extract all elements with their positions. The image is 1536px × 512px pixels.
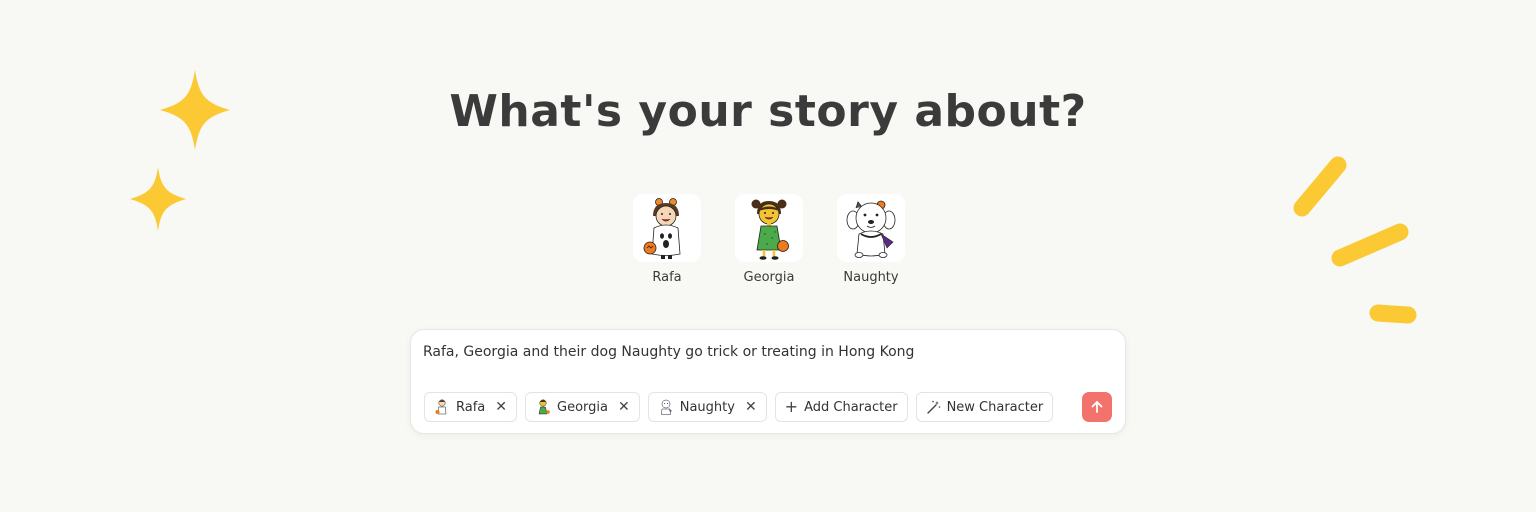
character-card-rafa[interactable]: Rafa — [632, 194, 702, 285]
chip-naughty[interactable]: Naughty ✕ — [647, 392, 767, 422]
add-character-label: Add Character — [804, 399, 898, 415]
chip-georgia[interactable]: Georgia ✕ — [525, 392, 640, 422]
chip-label: Georgia — [557, 399, 608, 415]
close-icon[interactable]: ✕ — [745, 400, 757, 414]
chip-label: Naughty — [679, 399, 735, 415]
character-card-naughty[interactable]: Naughty — [836, 194, 906, 285]
naughty-white-dog-avatar-icon — [846, 200, 896, 258]
selected-character-chips: Rafa ✕ Georgia ✕ Naughty ✕ + Add Charact… — [424, 392, 1054, 422]
character-card-georgia[interactable]: Georgia — [734, 194, 804, 285]
georgia-mini-icon — [538, 399, 550, 415]
close-icon[interactable]: ✕ — [495, 400, 507, 414]
spark-stroke-icon — [1293, 156, 1347, 217]
story-prompt-input[interactable] — [423, 344, 1113, 360]
add-character-button[interactable]: + Add Character — [774, 392, 908, 422]
character-name: Georgia — [743, 270, 795, 285]
small-star-icon — [130, 167, 186, 231]
spark-stroke-icon — [1331, 223, 1409, 267]
rafa-mini-icon — [435, 399, 447, 415]
close-icon[interactable]: ✕ — [618, 400, 630, 414]
story-start-page: What's your story about? Rafa Georgia Na… — [0, 0, 1536, 512]
page-title: What's your story about? — [449, 86, 1087, 137]
new-character-button[interactable]: New Character — [915, 392, 1054, 422]
arrow-up-icon — [1091, 401, 1103, 413]
character-name: Naughty — [843, 270, 899, 285]
chip-rafa[interactable]: Rafa ✕ — [424, 392, 517, 422]
magic-wand-icon — [926, 400, 940, 414]
plus-icon: + — [784, 397, 799, 416]
character-name: Rafa — [652, 270, 682, 285]
spark-stroke-icon — [1369, 304, 1417, 324]
send-button[interactable] — [1082, 392, 1112, 422]
naughty-mini-icon — [660, 399, 672, 415]
new-character-label: New Character — [946, 399, 1044, 415]
rafa-ghost-costume-avatar-icon — [643, 198, 681, 259]
georgia-green-dress-avatar-icon — [751, 199, 789, 260]
story-composer: Rafa ✕ Georgia ✕ — [410, 329, 1126, 434]
character-list: Rafa Georgia Naughty — [632, 194, 906, 285]
chip-label: Rafa — [456, 399, 486, 415]
